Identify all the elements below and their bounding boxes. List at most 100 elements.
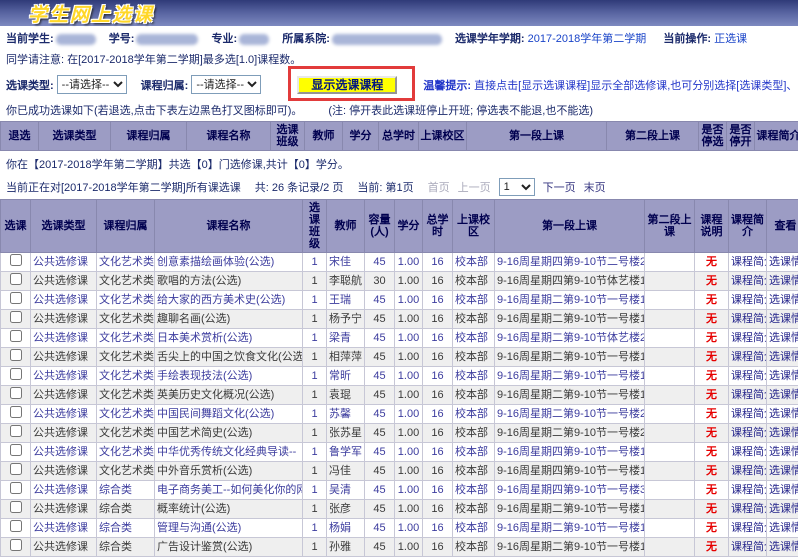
course-select-checkbox[interactable] (1, 253, 31, 272)
course-select-checkbox-input[interactable] (10, 311, 22, 323)
course-name-link[interactable]: 手绘表现技法(公选) (155, 367, 303, 386)
course-session1: 9-16周星期二第9-10节一号楼104室(51人) (495, 538, 645, 557)
course-intro-link[interactable]: 课程简介 (729, 424, 767, 443)
course-type-select[interactable]: --请选择-- (57, 75, 127, 94)
course-select-checkbox[interactable] (1, 348, 31, 367)
course-view-link[interactable]: 选课情况 (767, 291, 798, 310)
course-select-checkbox-input[interactable] (10, 539, 22, 551)
course-name-link[interactable]: 概率统计(公选) (155, 500, 303, 519)
course-intro-link[interactable]: 课程简介 (729, 253, 767, 272)
course-intro-link[interactable]: 课程简介 (729, 481, 767, 500)
course-category-select[interactable]: --请选择-- (191, 75, 261, 94)
course-intro-link[interactable]: 课程简介 (729, 519, 767, 538)
course-header-11: 第二段上课 (645, 200, 695, 253)
course-view-link[interactable]: 选课情况 (767, 443, 798, 462)
course-intro-link[interactable]: 课程简介 (729, 310, 767, 329)
course-select-checkbox[interactable] (1, 519, 31, 538)
course-select-checkbox[interactable] (1, 291, 31, 310)
course-type: 公共选修课 (31, 481, 97, 500)
course-select-checkbox-input[interactable] (10, 501, 22, 513)
course-select-checkbox-input[interactable] (10, 406, 22, 418)
course-view-link[interactable]: 选课情况 (767, 386, 798, 405)
course-hours: 16 (423, 367, 453, 386)
course-select-checkbox[interactable] (1, 500, 31, 519)
course-session2 (645, 405, 695, 424)
course-name-link[interactable]: 中国艺术简史(公选) (155, 424, 303, 443)
course-capacity: 45 (365, 519, 395, 538)
course-hours: 16 (423, 348, 453, 367)
course-view-link[interactable]: 选课情况 (767, 481, 798, 500)
course-select-checkbox-input[interactable] (10, 349, 22, 361)
course-select-checkbox[interactable] (1, 367, 31, 386)
course-intro-link[interactable]: 课程简介 (729, 500, 767, 519)
course-intro-link[interactable]: 课程简介 (729, 272, 767, 291)
course-select-checkbox-input[interactable] (10, 330, 22, 342)
course-view-link[interactable]: 选课情况 (767, 519, 798, 538)
course-intro-link[interactable]: 课程简介 (729, 462, 767, 481)
course-select-checkbox-input[interactable] (10, 463, 22, 475)
course-intro-link[interactable]: 课程简介 (729, 443, 767, 462)
course-intro-link[interactable]: 课程简介 (729, 348, 767, 367)
course-name-link[interactable]: 中华优秀传统文化经典导读--《道德经》(公选) (155, 443, 303, 462)
course-select-checkbox[interactable] (1, 386, 31, 405)
course-select-checkbox[interactable] (1, 538, 31, 557)
course-view-link[interactable]: 选课情况 (767, 310, 798, 329)
course-category: 文化艺术类 (97, 310, 155, 329)
course-select-checkbox-input[interactable] (10, 254, 22, 266)
course-select-checkbox-input[interactable] (10, 520, 22, 532)
course-view-link[interactable]: 选课情况 (767, 462, 798, 481)
course-name-link[interactable]: 舌尖上的中国之饮食文化(公选) (155, 348, 303, 367)
course-name-link[interactable]: 英美历史文化概况(公选) (155, 386, 303, 405)
course-select-checkbox-input[interactable] (10, 425, 22, 437)
course-view-link[interactable]: 选课情况 (767, 424, 798, 443)
course-class: 1 (303, 443, 327, 462)
course-select-checkbox-input[interactable] (10, 273, 22, 285)
course-hours: 16 (423, 310, 453, 329)
course-view-link[interactable]: 选课情况 (767, 405, 798, 424)
last-page-link[interactable]: 末页 (584, 179, 606, 195)
course-select-checkbox-input[interactable] (10, 368, 22, 380)
course-intro-link[interactable]: 课程简介 (729, 329, 767, 348)
course-header-4: 选课 班级 (303, 200, 327, 253)
course-select-checkbox-input[interactable] (10, 387, 22, 399)
course-name-link[interactable]: 电子商务美工--如何美化你的网上商店(公选) (155, 481, 303, 500)
course-name-link[interactable]: 歌唱的方法(公选) (155, 272, 303, 291)
course-select-checkbox-input[interactable] (10, 444, 22, 456)
course-name-link[interactable]: 趣聊名画(公选) (155, 310, 303, 329)
course-intro-link[interactable]: 课程简介 (729, 367, 767, 386)
course-name-link[interactable]: 创意素描绘画体验(公选) (155, 253, 303, 272)
course-intro-link[interactable]: 课程简介 (729, 405, 767, 424)
course-select-checkbox[interactable] (1, 405, 31, 424)
course-select-checkbox[interactable] (1, 310, 31, 329)
course-view-link[interactable]: 选课情况 (767, 348, 798, 367)
next-page-link[interactable]: 下一页 (543, 179, 576, 195)
course-name-link[interactable]: 中国民间舞蹈文化(公选) (155, 405, 303, 424)
course-select-checkbox[interactable] (1, 443, 31, 462)
course-name-link[interactable]: 日本美术赏析(公选) (155, 329, 303, 348)
page-select[interactable]: 1 (499, 178, 535, 196)
course-name-link[interactable]: 广告设计鉴赏(公选) (155, 538, 303, 557)
course-name-link[interactable]: 管理与沟通(公选) (155, 519, 303, 538)
course-name-link[interactable]: 中外音乐赏析(公选) (155, 462, 303, 481)
course-intro-link[interactable]: 课程简介 (729, 291, 767, 310)
course-class: 1 (303, 424, 327, 443)
course-view-link[interactable]: 选课情况 (767, 500, 798, 519)
course-select-checkbox[interactable] (1, 462, 31, 481)
course-select-checkbox-input[interactable] (10, 292, 22, 304)
show-courses-button[interactable]: 显示选课课程 (297, 76, 397, 94)
course-select-checkbox[interactable] (1, 272, 31, 291)
course-select-checkbox-input[interactable] (10, 482, 22, 494)
course-select-checkbox[interactable] (1, 329, 31, 348)
course-note: 无 (695, 405, 729, 424)
course-view-link[interactable]: 选课情况 (767, 538, 798, 557)
course-view-link[interactable]: 选课情况 (767, 367, 798, 386)
course-view-link[interactable]: 选课情况 (767, 272, 798, 291)
course-view-link[interactable]: 选课情况 (767, 253, 798, 272)
course-intro-link[interactable]: 课程简介 (729, 386, 767, 405)
course-view-link[interactable]: 选课情况 (767, 329, 798, 348)
course-intro-link[interactable]: 课程简介 (729, 538, 767, 557)
course-session2 (645, 367, 695, 386)
course-name-link[interactable]: 给大家的西方美术史(公选) (155, 291, 303, 310)
course-select-checkbox[interactable] (1, 424, 31, 443)
course-select-checkbox[interactable] (1, 481, 31, 500)
